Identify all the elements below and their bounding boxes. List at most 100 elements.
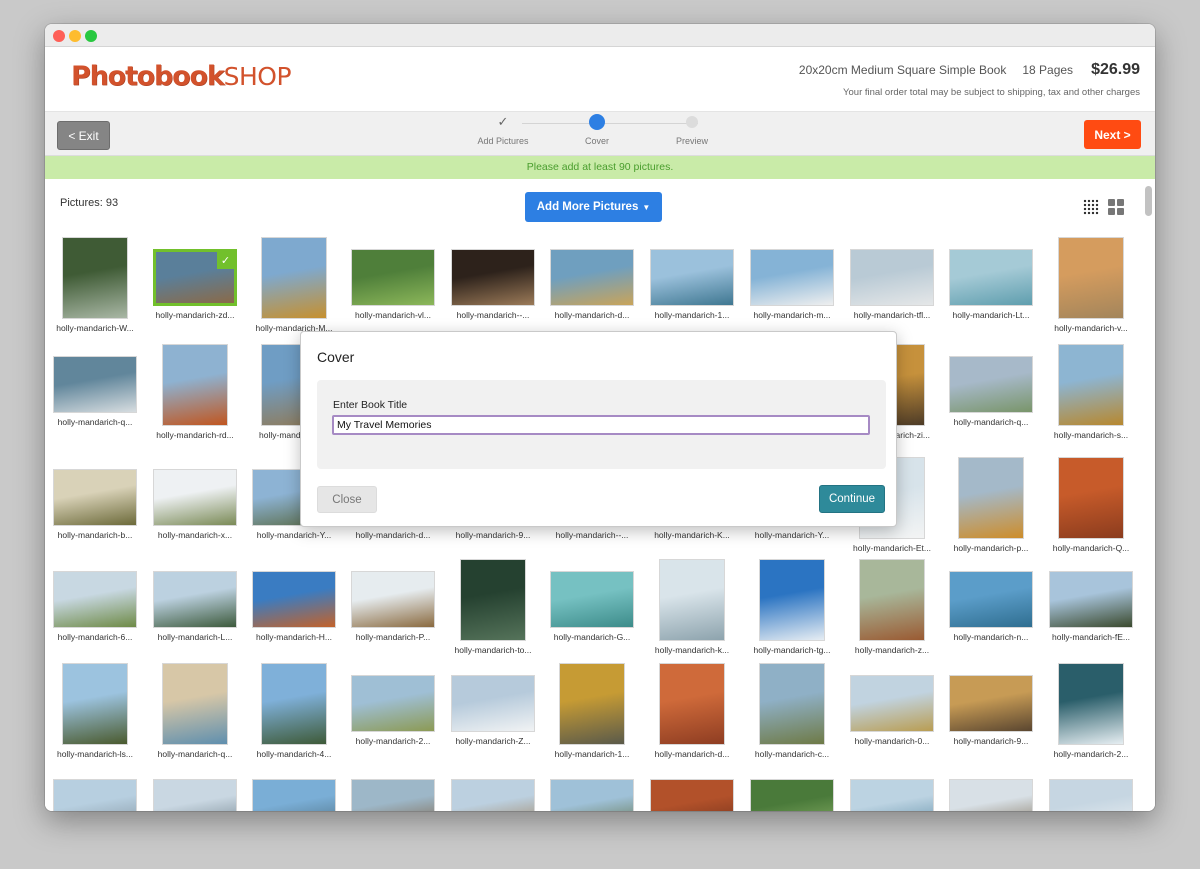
close-button[interactable]: Close xyxy=(317,486,377,513)
photo-thumbnail[interactable] xyxy=(850,249,934,306)
photo-item[interactable] xyxy=(642,767,742,811)
photo-item[interactable] xyxy=(145,767,245,811)
photo-item[interactable] xyxy=(742,767,842,811)
photo-item[interactable]: holly-mandarich-v... xyxy=(1041,237,1141,333)
photo-item[interactable]: holly-mandarich-G... xyxy=(542,559,642,642)
photo-thumbnail[interactable] xyxy=(550,249,634,306)
photo-thumbnail[interactable] xyxy=(750,779,834,811)
photo-item[interactable]: holly-mandarich-9... xyxy=(941,663,1041,746)
photo-thumbnail[interactable] xyxy=(1058,457,1124,539)
large-grid-view-icon[interactable] xyxy=(1108,199,1124,215)
photo-thumbnail[interactable] xyxy=(53,356,137,413)
photo-item[interactable] xyxy=(941,767,1041,811)
photo-thumbnail[interactable] xyxy=(859,559,925,641)
photo-thumbnail[interactable] xyxy=(958,457,1024,539)
photo-item[interactable]: holly-mandarich-z... xyxy=(842,559,942,655)
photo-item[interactable]: holly-mandarich-n... xyxy=(941,559,1041,642)
photo-item[interactable]: holly-mandarich-d... xyxy=(642,663,742,759)
photo-thumbnail[interactable] xyxy=(53,779,137,811)
photo-item[interactable]: holly-mandarich-q... xyxy=(145,663,245,759)
photo-thumbnail[interactable] xyxy=(53,469,137,526)
photo-item[interactable]: holly-mandarich-q... xyxy=(941,344,1041,427)
photo-thumbnail[interactable] xyxy=(460,559,526,641)
photo-thumbnail[interactable]: ✓ xyxy=(153,249,237,306)
photo-thumbnail[interactable] xyxy=(850,675,934,732)
photo-item[interactable]: holly-mandarich-4... xyxy=(244,663,344,759)
photo-thumbnail[interactable] xyxy=(759,559,825,641)
photo-thumbnail[interactable] xyxy=(261,237,327,319)
photo-thumbnail[interactable] xyxy=(261,663,327,745)
photo-item[interactable] xyxy=(842,767,942,811)
photo-item[interactable]: holly-mandarich-rd... xyxy=(145,344,245,440)
photo-thumbnail[interactable] xyxy=(153,469,237,526)
photo-thumbnail[interactable] xyxy=(162,344,228,426)
next-button[interactable]: Next > xyxy=(1084,120,1141,149)
photo-thumbnail[interactable] xyxy=(162,663,228,745)
photo-thumbnail[interactable] xyxy=(451,675,535,732)
photo-thumbnail[interactable] xyxy=(1058,237,1124,319)
add-more-pictures-button[interactable]: Add More Pictures ▼ xyxy=(525,192,662,222)
photo-item[interactable]: holly-mandarich-0... xyxy=(842,663,942,746)
photo-thumbnail[interactable] xyxy=(1058,344,1124,426)
photo-item[interactable]: holly-mandarich-Lt... xyxy=(941,237,1041,320)
photo-item[interactable]: holly-mandarich-6... xyxy=(45,559,145,642)
photo-item[interactable]: holly-mandarich-k... xyxy=(642,559,742,655)
photo-thumbnail[interactable] xyxy=(1058,663,1124,745)
photo-thumbnail[interactable] xyxy=(252,571,336,628)
photo-item[interactable] xyxy=(1041,767,1141,811)
photo-thumbnail[interactable] xyxy=(750,249,834,306)
photo-item[interactable] xyxy=(244,767,344,811)
photo-item[interactable]: holly-mandarich-P... xyxy=(343,559,443,642)
photo-item[interactable]: holly-mandarich-to... xyxy=(443,559,543,655)
photo-thumbnail[interactable] xyxy=(559,663,625,745)
photo-thumbnail[interactable] xyxy=(1049,779,1133,811)
maximize-window-icon[interactable] xyxy=(85,30,97,42)
photo-item[interactable]: holly-mandarich-M... xyxy=(244,237,344,333)
photo-item[interactable]: holly-mandarich-fE... xyxy=(1041,559,1141,642)
photo-item[interactable]: holly-mandarich-s... xyxy=(1041,344,1141,440)
scrollbar[interactable] xyxy=(1145,186,1152,216)
photo-item[interactable]: holly-mandarich-vl... xyxy=(343,237,443,320)
step-cover[interactable]: Cover xyxy=(557,114,637,146)
photo-item[interactable]: holly-mandarich-2... xyxy=(343,663,443,746)
small-grid-view-icon[interactable] xyxy=(1083,199,1099,215)
photo-thumbnail[interactable] xyxy=(759,663,825,745)
photo-item[interactable]: holly-mandarich-1... xyxy=(642,237,742,320)
photo-item[interactable]: holly-mandarich-2... xyxy=(1041,663,1141,759)
minimize-window-icon[interactable] xyxy=(69,30,81,42)
photo-thumbnail[interactable] xyxy=(850,779,934,811)
photo-thumbnail[interactable] xyxy=(949,249,1033,306)
photo-thumbnail[interactable] xyxy=(252,779,336,811)
photo-item[interactable]: holly-mandarich--... xyxy=(443,237,543,320)
photo-item[interactable] xyxy=(542,767,642,811)
photo-item[interactable]: holly-mandarich-W... xyxy=(45,237,145,333)
photo-thumbnail[interactable] xyxy=(650,779,734,811)
photo-thumbnail[interactable] xyxy=(62,663,128,745)
photo-item[interactable] xyxy=(343,767,443,811)
photo-item[interactable]: holly-mandarich-p... xyxy=(941,457,1041,553)
book-title-input[interactable] xyxy=(332,415,870,435)
photo-thumbnail[interactable] xyxy=(351,249,435,306)
photo-thumbnail[interactable] xyxy=(351,571,435,628)
photo-item[interactable]: holly-mandarich-c... xyxy=(742,663,842,759)
photo-thumbnail[interactable] xyxy=(351,675,435,732)
photo-thumbnail[interactable] xyxy=(659,663,725,745)
photo-item[interactable]: holly-mandarich-1... xyxy=(542,663,642,759)
photo-item[interactable]: holly-mandarich-d... xyxy=(542,237,642,320)
photo-item[interactable]: holly-mandarich-tg... xyxy=(742,559,842,655)
continue-button[interactable]: Continue xyxy=(819,485,885,513)
photo-item[interactable] xyxy=(443,767,543,811)
photo-item[interactable]: holly-mandarich-Q... xyxy=(1041,457,1141,553)
step-add-pictures[interactable]: ✓ Add Pictures xyxy=(463,114,543,146)
photo-thumbnail[interactable] xyxy=(451,779,535,811)
photo-item[interactable]: ✓ holly-mandarich-zd... xyxy=(145,237,245,320)
photo-item[interactable]: holly-mandarich-q... xyxy=(45,344,145,427)
photo-thumbnail[interactable] xyxy=(650,249,734,306)
photo-thumbnail[interactable] xyxy=(949,571,1033,628)
photo-item[interactable]: holly-mandarich-L... xyxy=(145,559,245,642)
close-window-icon[interactable] xyxy=(53,30,65,42)
photo-item[interactable]: holly-mandarich-m... xyxy=(742,237,842,320)
photo-thumbnail[interactable] xyxy=(62,237,128,319)
photo-thumbnail[interactable] xyxy=(451,249,535,306)
photo-thumbnail[interactable] xyxy=(53,571,137,628)
